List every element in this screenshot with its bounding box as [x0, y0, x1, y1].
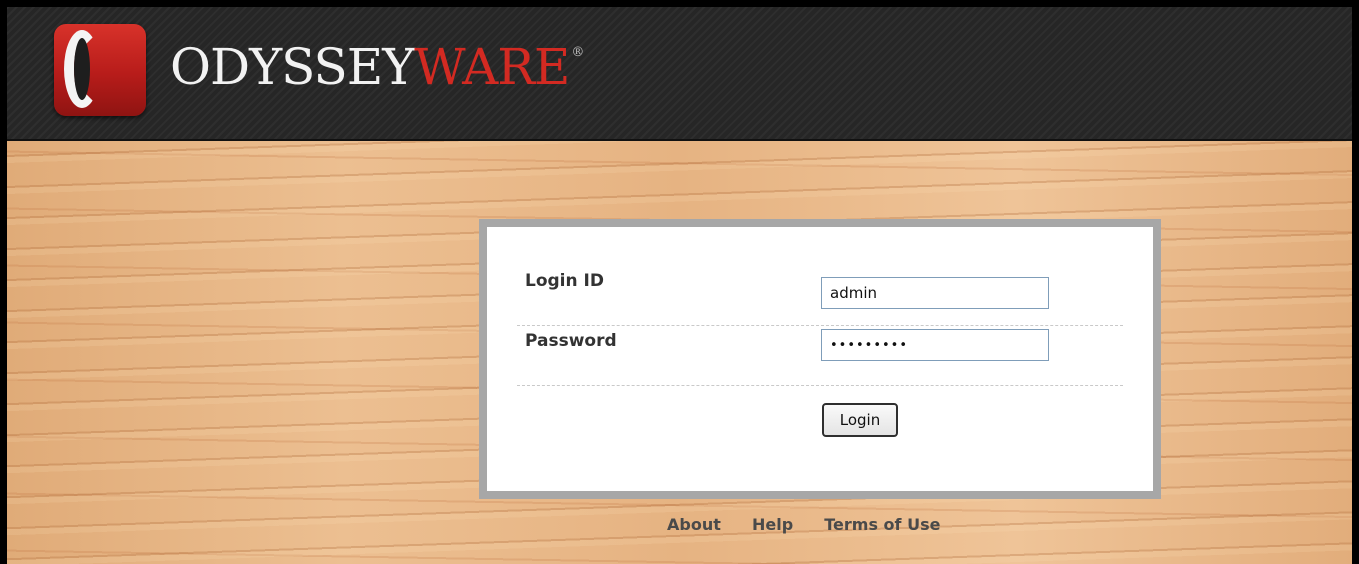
login-id-row: Login ID	[517, 261, 1123, 326]
password-input[interactable]	[821, 329, 1049, 361]
terms-of-use-link[interactable]: Terms of Use	[824, 515, 940, 534]
login-id-label: Login ID	[525, 271, 604, 291]
registered-mark: ®	[571, 45, 584, 60]
page-frame: ODYSSEYWARE® Login ID Password Login Abo…	[7, 7, 1352, 564]
header-bar: ODYSSEYWARE ®	[7, 7, 1352, 141]
login-button[interactable]: Login	[822, 403, 898, 437]
login-panel: Login ID Password Login	[479, 219, 1161, 499]
footer-links: About Help Terms of Use	[667, 515, 966, 539]
brand-name-part1: ODYSSEY	[170, 38, 415, 96]
about-link[interactable]: About	[667, 515, 721, 534]
password-row: Password	[517, 329, 1123, 386]
password-label: Password	[525, 331, 617, 351]
brand-name: ODYSSEYWARE ®	[170, 42, 584, 92]
login-id-input[interactable]	[821, 277, 1049, 309]
help-link[interactable]: Help	[752, 515, 793, 534]
brand-name-part2: WARE	[414, 38, 570, 96]
odysseyware-logo-icon	[54, 24, 146, 116]
